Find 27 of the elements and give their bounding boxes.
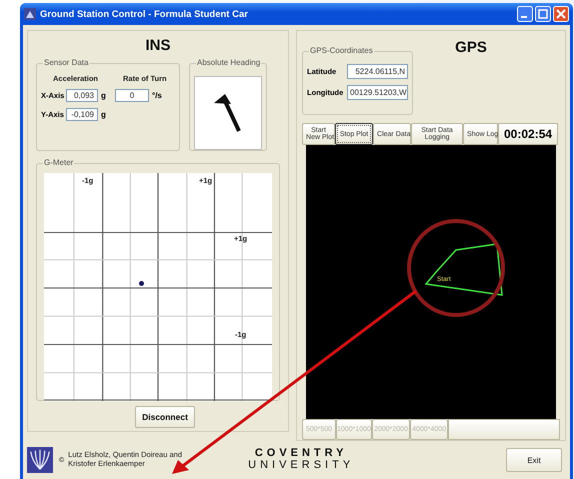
acceleration-field[interactable]: -0,109 <box>66 108 98 121</box>
heading-arrow-icon <box>213 92 243 134</box>
panel-title: GPS <box>454 39 488 57</box>
g-force-dot <box>139 281 144 286</box>
close-icon[interactable] <box>553 6 569 22</box>
disconnect-button[interactable]: Disconnect <box>135 406 195 428</box>
group-legend: Absolute Heading <box>196 58 262 67</box>
rate-field[interactable]: 0 <box>115 89 149 102</box>
unit-label: g <box>101 91 107 100</box>
window-title: Ground Station Control - Formula Student Car <box>40 8 249 20</box>
coordinate-field[interactable]: 00129.51203,W <box>347 85 408 100</box>
acceleration-field[interactable]: 0,093 <box>66 89 98 102</box>
app-icon <box>24 8 36 20</box>
logo-text: COVENTRY <box>254 448 348 460</box>
university-logo-icon <box>27 447 53 473</box>
logo-text: UNIVERSITY <box>248 460 354 472</box>
panel-title: INS <box>144 37 172 55</box>
unit-label: °/s <box>152 91 161 100</box>
elapsed-timer: 00:02:54 <box>498 123 558 145</box>
group-legend: GPS-Coordinates <box>309 46 374 55</box>
group-legend: G-Meter <box>43 158 74 167</box>
exit-button[interactable]: Exit <box>506 448 562 472</box>
minimize-icon[interactable] <box>517 6 533 22</box>
unit-label: g <box>101 110 107 119</box>
group-legend: Sensor Data <box>43 58 90 67</box>
coordinate-field[interactable]: 5224.06115,N <box>347 64 408 79</box>
maximize-icon[interactable] <box>535 6 551 22</box>
